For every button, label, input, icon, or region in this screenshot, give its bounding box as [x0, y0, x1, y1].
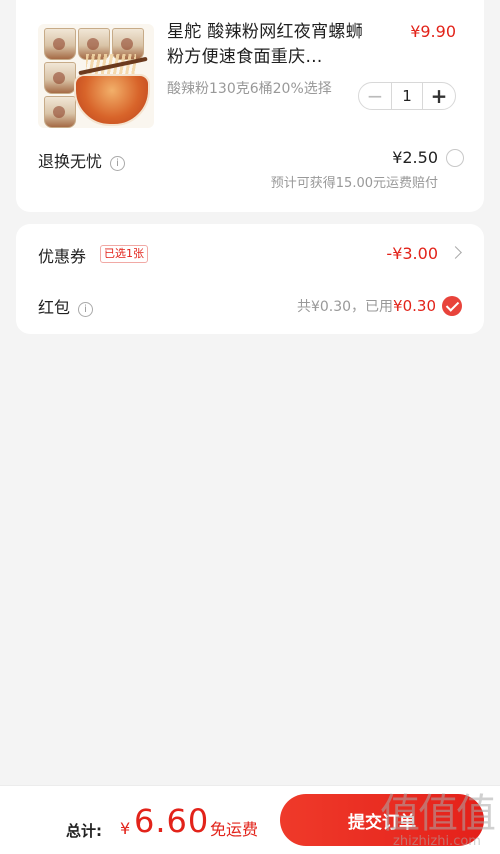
- product-card: 星舵 酸辣粉网红夜宵螺蛳粉方便速食面重庆… ¥9.90 酸辣粉130克6桶20%…: [16, 0, 484, 212]
- watermark-url: zhizhizhi.com: [393, 834, 481, 849]
- decrease-button[interactable]: −: [359, 83, 392, 109]
- check-circle-icon[interactable]: [442, 296, 462, 316]
- returns-note: 预计可获得15.00元运费赔付: [270, 176, 438, 191]
- total-amount: 6.60: [134, 802, 210, 840]
- coupon-value[interactable]: -¥3.00: [386, 244, 438, 263]
- discount-card: 优惠券 已选1张 -¥3.00 红包 i 共¥0.30，已用¥0.30: [16, 224, 484, 334]
- red-packet-label: 红包: [38, 298, 71, 317]
- radio-empty-icon[interactable]: [446, 149, 464, 167]
- currency-symbol: ¥: [120, 819, 131, 838]
- total-label: 总计:: [66, 822, 102, 840]
- returns-price: ¥2.50: [392, 148, 438, 167]
- red-packet-total: 共¥0.30，已用: [296, 299, 394, 315]
- red-packet-summary: 共¥0.30，已用¥0.30: [297, 296, 436, 316]
- product-price: ¥9.90: [410, 22, 456, 41]
- red-packet-used: ¥0.30: [393, 297, 436, 315]
- product-spec[interactable]: 酸辣粉130克6桶20%选择: [167, 78, 332, 98]
- quantity-value[interactable]: 1: [392, 87, 422, 105]
- bowl-graphic: [74, 74, 150, 126]
- returns-row[interactable]: 退换无忧 i: [38, 148, 126, 172]
- info-icon[interactable]: i: [78, 302, 94, 317]
- free-shipping-label: 免运费: [210, 820, 259, 839]
- cup-graphic: [44, 96, 76, 128]
- coupon-label[interactable]: 优惠券: [38, 243, 86, 267]
- watermark: 值值值 zhizhizhi.com: [380, 791, 496, 849]
- cup-graphic: [44, 62, 76, 94]
- watermark-logo: 值值值: [380, 791, 496, 837]
- chevron-right-icon[interactable]: [449, 246, 462, 259]
- returns-label: 退换无忧: [38, 152, 103, 171]
- quantity-stepper: − 1 +: [358, 82, 456, 110]
- product-title[interactable]: 星舵 酸辣粉网红夜宵螺蛳粉方便速食面重庆…: [167, 20, 379, 70]
- increase-button[interactable]: +: [422, 83, 455, 109]
- product-image[interactable]: [38, 24, 154, 128]
- cup-graphic: [44, 28, 76, 60]
- red-packet-row: 红包 i: [38, 294, 94, 318]
- coupon-tag: 已选1张: [100, 245, 148, 263]
- info-icon[interactable]: i: [110, 156, 126, 171]
